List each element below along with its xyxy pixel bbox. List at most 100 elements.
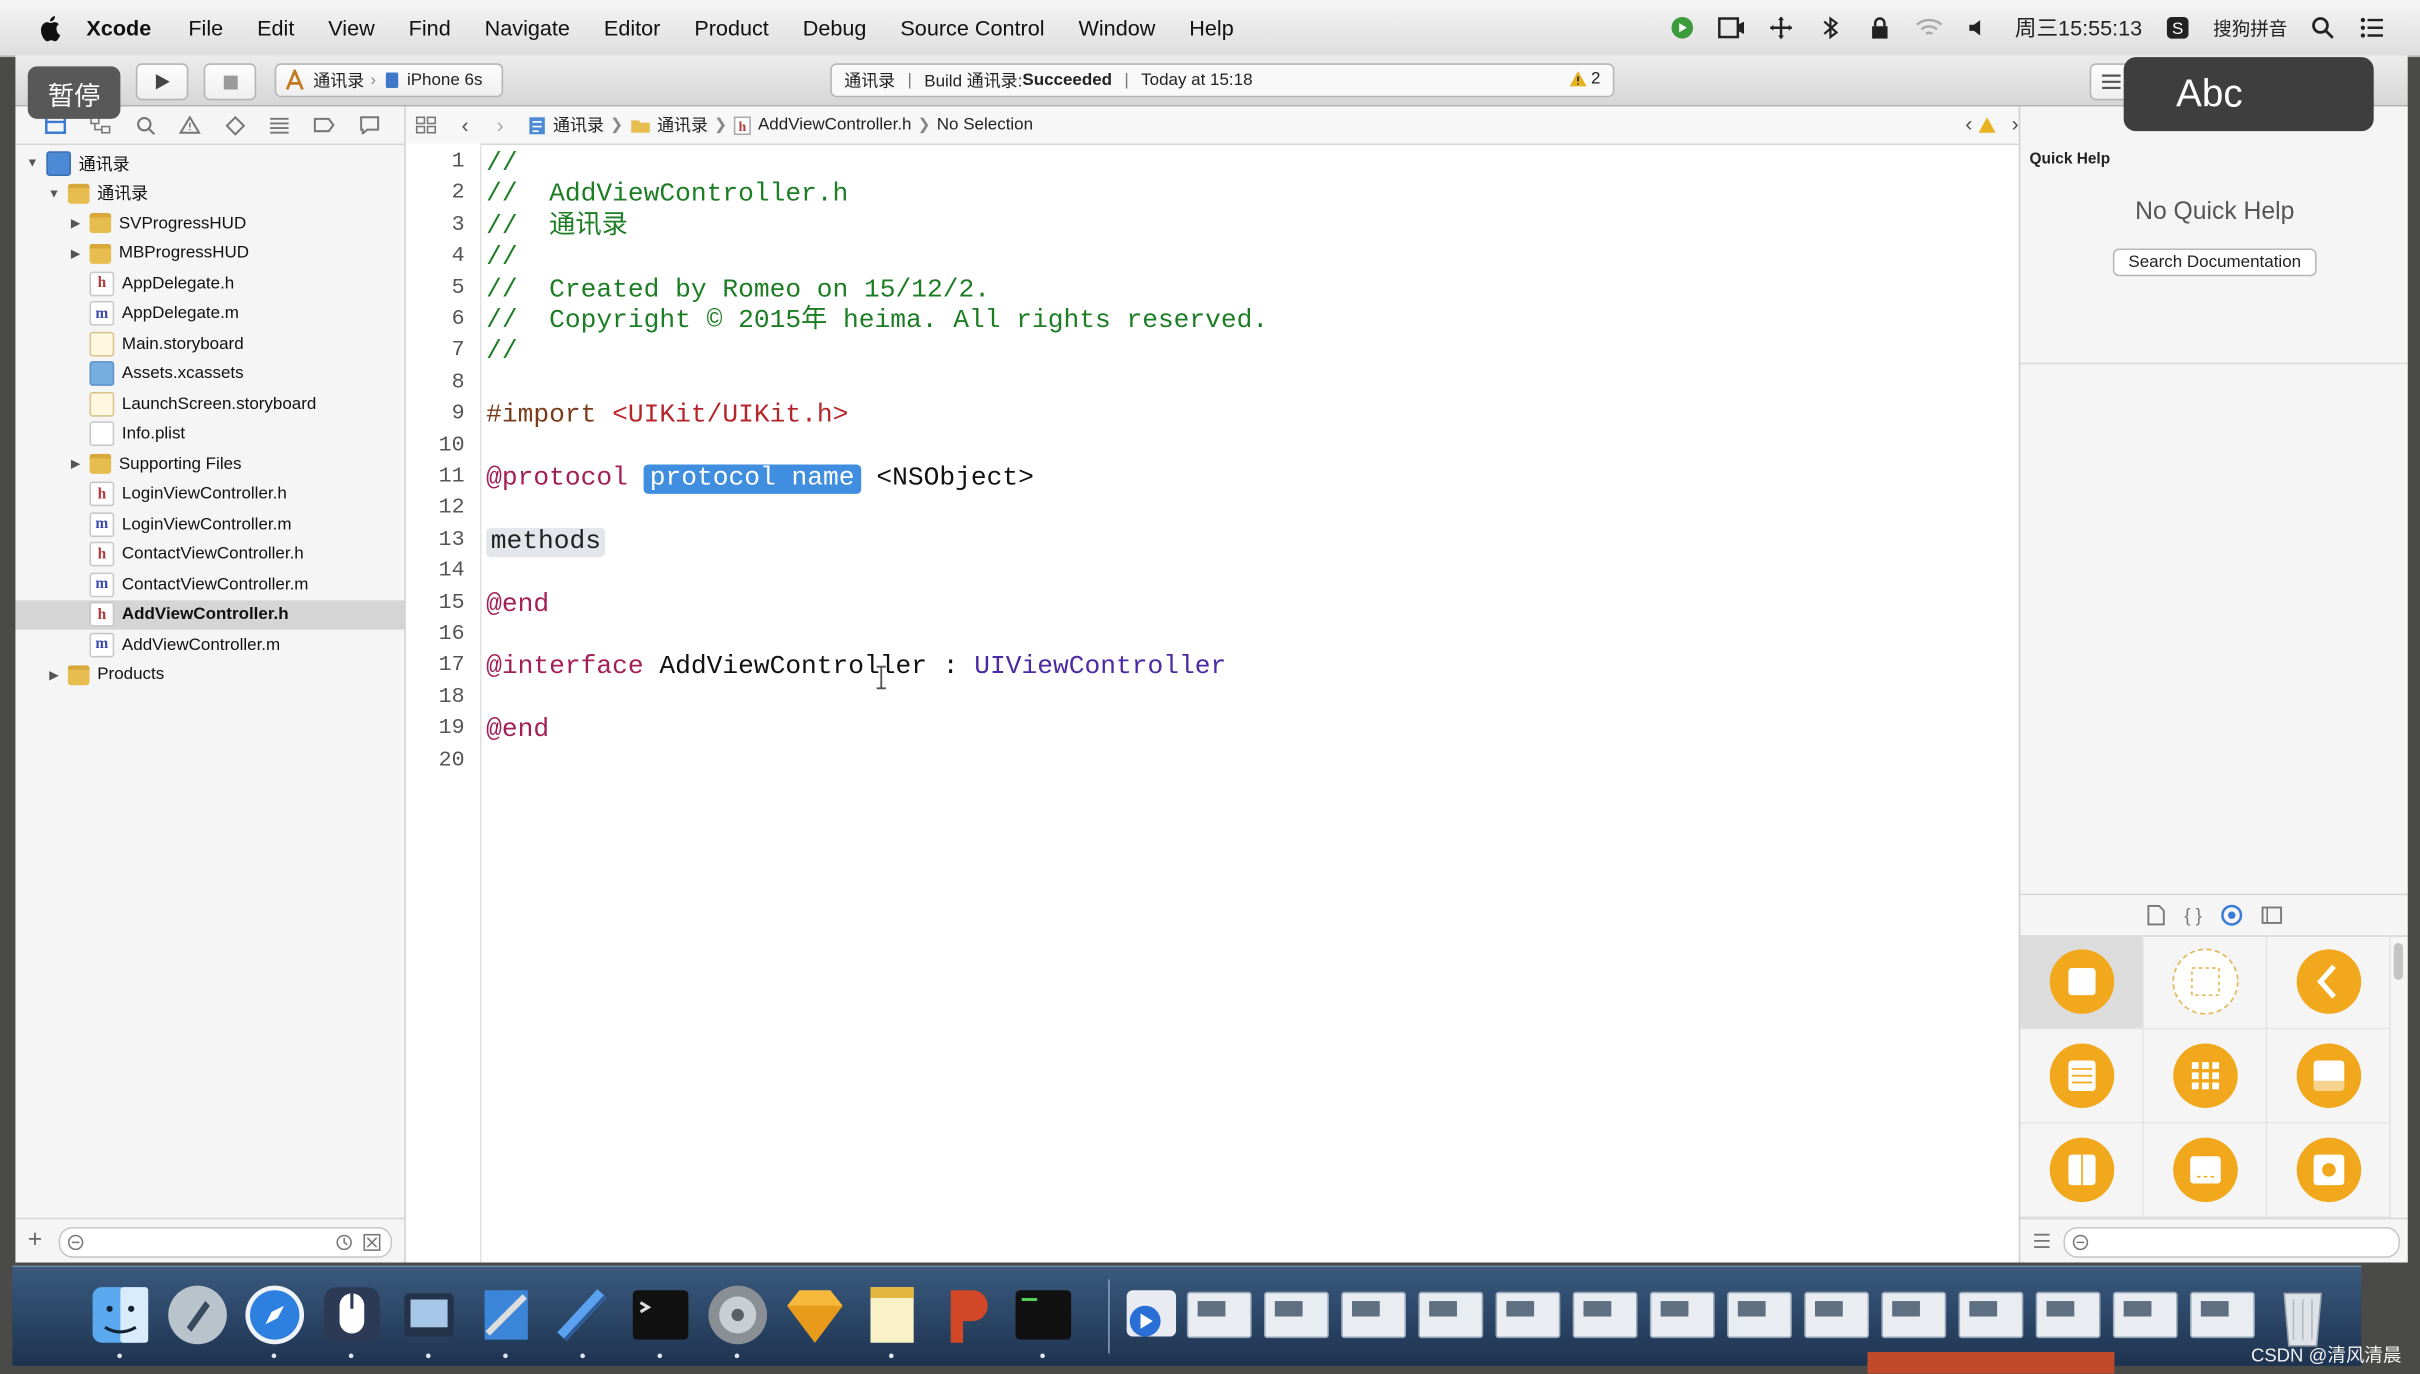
library-filter-field[interactable]: [2063, 1226, 2400, 1258]
dock-app[interactable]: [627, 1279, 695, 1359]
minimized-window-thumbnail[interactable]: [1185, 1279, 1253, 1350]
minimized-window-thumbnail[interactable]: [1957, 1279, 2025, 1350]
issue-warning-icon[interactable]: [1977, 116, 1997, 135]
menu-app-name[interactable]: Xcode: [86, 15, 151, 40]
minimized-window-thumbnail[interactable]: [1648, 1279, 1716, 1350]
lock-icon[interactable]: [1867, 14, 1895, 42]
menu-product[interactable]: Product: [694, 15, 768, 40]
code-line[interactable]: @end: [486, 716, 549, 747]
dock-app[interactable]: [935, 1279, 1003, 1350]
dock-app[interactable]: [549, 1279, 617, 1359]
dock-app[interactable]: [395, 1279, 463, 1359]
library-item[interactable]: [2143, 1123, 2268, 1218]
find-navigator-icon[interactable]: [130, 110, 161, 141]
report-navigator-icon[interactable]: [353, 110, 384, 141]
menu-help[interactable]: Help: [1189, 15, 1233, 40]
code-placeholder-token[interactable]: protocol name: [643, 464, 861, 494]
minimized-window-thumbnail[interactable]: [2111, 1279, 2179, 1350]
code-line[interactable]: @protocol protocol name <NSObject>: [486, 464, 1034, 496]
add-file-icon[interactable]: +: [28, 1227, 42, 1255]
dock-app[interactable]: [781, 1279, 849, 1350]
media-library-icon[interactable]: [2261, 906, 2283, 925]
code-line[interactable]: //: [486, 150, 517, 181]
navigator-row[interactable]: ▶ Supporting Files: [15, 449, 404, 479]
navigator-row[interactable]: ▶ SVProgressHUD: [15, 208, 404, 238]
dock-app[interactable]: [86, 1279, 154, 1359]
code-line[interactable]: methods: [486, 527, 606, 559]
code-line[interactable]: //: [486, 244, 517, 275]
code-line[interactable]: @interface AddViewController : UIViewCon…: [486, 653, 1226, 684]
minimized-window-thumbnail[interactable]: [2034, 1279, 2102, 1350]
navigator-row[interactable]: ▼ 通讯录: [15, 148, 404, 178]
object-library-icon[interactable]: [2220, 904, 2242, 926]
navigator-row[interactable]: ▶ Products: [15, 660, 404, 690]
menu-window[interactable]: Window: [1078, 15, 1155, 40]
minimized-window-thumbnail[interactable]: [1725, 1279, 1793, 1350]
library-item[interactable]: [2020, 1123, 2144, 1218]
library-item[interactable]: [2267, 935, 2391, 1030]
volume-icon[interactable]: [1965, 14, 1993, 42]
dock-app[interactable]: [1009, 1279, 1077, 1359]
menu-file[interactable]: File: [188, 15, 223, 40]
code-line[interactable]: // 通讯录: [486, 213, 628, 244]
code-line[interactable]: // AddViewController.h: [486, 181, 848, 212]
file-template-library-icon[interactable]: [2147, 904, 2166, 926]
minimized-window-thumbnail[interactable]: [1417, 1279, 1485, 1350]
disclosure-closed-icon[interactable]: ▶: [68, 456, 83, 471]
menu-navigate[interactable]: Navigate: [485, 15, 570, 40]
screen-capture-icon[interactable]: [1718, 14, 1747, 42]
disclosure-closed-icon[interactable]: ▶: [68, 246, 83, 261]
navigator-filter-field[interactable]: [58, 1226, 393, 1258]
forward-arrow-icon[interactable]: ›: [496, 113, 503, 138]
code-line[interactable]: // Copyright © 2015年 heima. All rights r…: [486, 307, 1268, 338]
code-snippet-library-icon[interactable]: { }: [2184, 904, 2202, 926]
library-scrollbar[interactable]: [2393, 942, 2404, 981]
breakpoint-navigator-icon[interactable]: [309, 110, 340, 141]
back-arrow-icon[interactable]: ‹: [461, 113, 468, 138]
navigator-row[interactable]: h AddViewController.h: [15, 599, 405, 630]
recording-status-icon[interactable]: [1669, 14, 1697, 42]
warning-indicator[interactable]: 2: [1568, 69, 1600, 88]
navigator-row[interactable]: ▶ MBProgressHUD: [15, 238, 404, 268]
navigator-row[interactable]: Main.storyboard: [15, 329, 404, 359]
crumb-file[interactable]: h AddViewController.h: [733, 115, 912, 135]
disclosure-closed-icon[interactable]: ▶: [46, 667, 61, 682]
navigator-row[interactable]: LaunchScreen.storyboard: [15, 389, 404, 419]
dock-app[interactable]: [704, 1279, 772, 1359]
debug-navigator-icon[interactable]: [264, 110, 295, 141]
navigator-row[interactable]: m LoginViewController.m: [15, 509, 404, 539]
library-item[interactable]: [2267, 1029, 2391, 1124]
dock-app[interactable]: [472, 1279, 540, 1359]
input-method-label[interactable]: 搜狗拼音: [2213, 15, 2287, 41]
recent-files-icon[interactable]: [335, 1233, 354, 1252]
navigator-row[interactable]: m ContactViewController.m: [15, 570, 404, 600]
minimized-window-thumbnail[interactable]: [1340, 1279, 1408, 1350]
library-item[interactable]: [2143, 1029, 2268, 1124]
dock-app[interactable]: [318, 1279, 386, 1359]
minimized-window-thumbnail[interactable]: [1262, 1279, 1330, 1350]
navigator-row[interactable]: h LoginViewController.h: [15, 479, 404, 509]
wifi-icon[interactable]: [1916, 14, 1944, 42]
minimized-window-thumbnail[interactable]: [1880, 1279, 1948, 1350]
previous-issue-icon[interactable]: ‹: [1965, 111, 1972, 136]
navigator-row[interactable]: h ContactViewController.h: [15, 539, 404, 569]
apple-menu-icon[interactable]: [37, 14, 65, 42]
menubar-clock[interactable]: 周三15:55:13: [2015, 12, 2142, 43]
list-view-icon[interactable]: [2033, 1232, 2052, 1251]
spotlight-icon[interactable]: [2309, 14, 2337, 42]
minimized-window-thumbnail[interactable]: [1571, 1279, 1639, 1350]
trash[interactable]: [2269, 1279, 2337, 1350]
next-issue-icon[interactable]: ›: [2012, 111, 2019, 136]
navigator-row[interactable]: Info.plist: [15, 419, 404, 449]
library-item[interactable]: [2020, 935, 2144, 1030]
pause-overlay-badge[interactable]: 暂停: [27, 66, 121, 119]
code-line[interactable]: //: [486, 339, 517, 370]
sogou-icon[interactable]: S: [2164, 14, 2192, 42]
bluetooth-icon[interactable]: [1817, 14, 1845, 42]
crumb-project[interactable]: 通讯录: [528, 113, 604, 138]
test-navigator-icon[interactable]: [219, 110, 250, 141]
navigator-row[interactable]: h AppDelegate.h: [15, 269, 404, 299]
navigator-row[interactable]: ▼ 通讯录: [15, 178, 404, 208]
code-line[interactable]: // Created by Romeo on 15/12/2.: [486, 276, 990, 307]
run-button[interactable]: [135, 63, 189, 101]
